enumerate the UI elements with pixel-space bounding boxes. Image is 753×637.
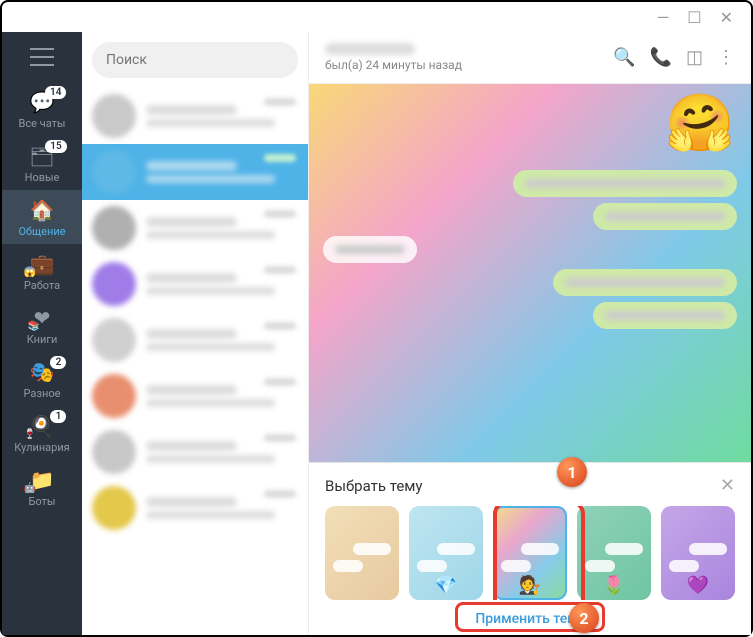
message-out[interactable] xyxy=(553,269,737,296)
chat-list-item[interactable] xyxy=(82,256,308,312)
folder-label: Разное xyxy=(24,387,61,400)
folder-label: Общение xyxy=(18,225,65,238)
folder-icon: 📁🤖 xyxy=(30,468,55,492)
annotation-marker-2: 2 xyxy=(569,603,599,633)
folder-label: Кулинария xyxy=(14,441,69,454)
sidebar-folder[interactable]: 💼😱 Работа xyxy=(2,244,82,298)
chat-peer-status: был(а) 24 минуты назад xyxy=(325,58,599,72)
folder-label: Работа xyxy=(24,279,60,292)
avatar xyxy=(92,262,136,306)
avatar xyxy=(92,374,136,418)
theme-card[interactable]: 💎 xyxy=(409,506,483,600)
close-icon[interactable]: ✕ xyxy=(720,475,735,496)
theme-emoji: 🌷 xyxy=(603,575,625,596)
chat-list-item[interactable] xyxy=(82,480,308,536)
chat-list-item[interactable] xyxy=(82,424,308,480)
theme-preview-bubble xyxy=(353,543,391,555)
message-out[interactable] xyxy=(593,203,737,230)
sidebar-folder[interactable]: 🎭2 Разное xyxy=(2,352,82,406)
sidebar-toggle-icon[interactable]: ◫ xyxy=(686,47,703,68)
sidebar-folder[interactable]: 🏠 Общение xyxy=(2,190,82,244)
chat-list-item[interactable] xyxy=(82,368,308,424)
folder-icon: 🎭2 xyxy=(30,360,55,384)
folder-icon: 🏠 xyxy=(30,198,55,222)
theme-chooser-panel: Выбрать тему ✕ 💎🧑‍⚖️🌷💜 Применить тему 1 … xyxy=(309,462,751,635)
theme-preview-bubble xyxy=(417,560,447,572)
sidebar-folder[interactable]: ❤📚 Книги xyxy=(2,298,82,352)
maximize-button[interactable]: ☐ xyxy=(687,8,701,27)
close-button[interactable]: ✕ xyxy=(720,8,733,27)
theme-emoji: 🧑‍⚖️ xyxy=(519,575,541,596)
hug-sticker: 🤗 xyxy=(665,90,735,156)
call-icon[interactable]: 📞 xyxy=(650,47,672,68)
search-icon[interactable]: 🔍 xyxy=(613,47,635,68)
chat-peer-name xyxy=(325,43,415,55)
theme-card[interactable]: 🌷 xyxy=(577,506,651,600)
minimize-button[interactable]: — xyxy=(657,8,670,27)
folder-label: Боты xyxy=(29,495,56,508)
chat-list-item[interactable] xyxy=(82,312,308,368)
theme-preview-bubble xyxy=(521,543,559,555)
theme-emoji: 💎 xyxy=(435,575,457,596)
avatar xyxy=(92,94,136,138)
avatar xyxy=(92,430,136,474)
avatar xyxy=(92,486,136,530)
folder-label: Новые xyxy=(25,171,60,184)
folder-sidebar: 💬14 Все чаты 🗂15 Новые 🏠 Общение 💼😱 Работа ❤📚 Кни… xyxy=(2,32,82,635)
chat-header: был(а) 24 минуты назад 🔍 📞 ◫ ⋮ xyxy=(309,32,751,84)
theme-preview-bubble xyxy=(585,560,615,572)
message-out[interactable] xyxy=(513,170,737,197)
chat-list-item[interactable] xyxy=(82,144,308,200)
menu-burger-icon[interactable] xyxy=(30,48,54,66)
chat-list-item[interactable] xyxy=(82,200,308,256)
sidebar-folder[interactable]: 🗂15 Новые xyxy=(2,136,82,190)
sidebar-folder[interactable]: 🍳1🍷 Кулинария xyxy=(2,406,82,460)
sidebar-folder[interactable]: 💬14 Все чаты xyxy=(2,82,82,136)
theme-card[interactable]: 💜 xyxy=(661,506,735,600)
avatar xyxy=(92,206,136,250)
theme-preview-bubble xyxy=(333,560,363,572)
theme-card[interactable]: 🧑‍⚖️ xyxy=(493,506,567,600)
theme-preview-bubble xyxy=(669,560,699,572)
theme-preview-bubble xyxy=(605,543,643,555)
folder-label: Все чаты xyxy=(19,117,66,130)
annotation-marker-1: 1 xyxy=(557,457,587,487)
chat-list-panel xyxy=(82,32,309,635)
folder-icon: 🗂15 xyxy=(29,144,54,168)
theme-emoji: 💜 xyxy=(687,575,709,596)
search-input[interactable] xyxy=(92,42,298,78)
theme-preview-bubble xyxy=(501,560,531,572)
theme-preview-bubble xyxy=(689,543,727,555)
folder-icon: 🍳1🍷 xyxy=(30,414,55,438)
more-icon[interactable]: ⋮ xyxy=(717,47,735,68)
folder-icon: ❤📚 xyxy=(34,306,51,330)
theme-preview-bubble xyxy=(437,543,475,555)
chat-view: был(а) 24 минуты назад 🔍 📞 ◫ ⋮ 🤗 Выбрать… xyxy=(309,32,751,635)
theme-chooser-title: Выбрать тему xyxy=(325,477,423,495)
chat-background: 🤗 xyxy=(309,84,751,462)
folder-icon: 💬14 xyxy=(30,90,55,114)
avatar xyxy=(92,150,136,194)
theme-card[interactable] xyxy=(325,506,399,600)
folder-icon: 💼😱 xyxy=(30,252,55,276)
sidebar-folder[interactable]: 📁🤖 Боты xyxy=(2,460,82,514)
avatar xyxy=(92,318,136,362)
folder-label: Книги xyxy=(27,333,58,346)
message-out[interactable] xyxy=(593,302,737,329)
message-in[interactable] xyxy=(323,236,417,263)
window-titlebar: — ☐ ✕ xyxy=(2,2,751,32)
chat-list-item[interactable] xyxy=(82,88,308,144)
